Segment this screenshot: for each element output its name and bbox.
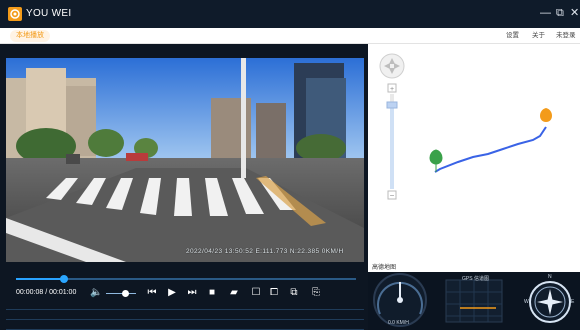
video-top-spacer [6, 44, 364, 58]
menu-login[interactable]: 未登录 [556, 31, 576, 41]
stop-icon[interactable]: ■ [206, 287, 218, 299]
map-brand-label: 高德地图 [372, 265, 397, 271]
play-icon[interactable]: ▶ [166, 287, 178, 299]
compass-west-label: W [524, 299, 529, 305]
toolbar: 本地播放 设置 关于 未登录 [0, 28, 580, 44]
open-folder-icon[interactable]: ▰ [228, 287, 240, 299]
app-window: YOU WEI — ⧉ ✕ 本地播放 设置 关于 未登录 2022/04/23 … [0, 0, 580, 330]
screenshot-icon[interactable]: ☐ [250, 287, 262, 299]
tab-local-playback[interactable]: 本地播放 [10, 30, 50, 42]
app-logo-icon [8, 7, 22, 21]
timeline-row [6, 309, 364, 310]
volume-knob[interactable] [122, 290, 129, 297]
speed-readout: 0.0 KM/H [388, 320, 409, 326]
maximize-button[interactable]: ⧉ [556, 6, 564, 20]
timeline-row [6, 319, 364, 320]
dual-view-icon[interactable]: ⧉ [288, 287, 300, 299]
previous-frame-icon[interactable]: ⏮ [146, 287, 158, 299]
menu-about[interactable]: 关于 [532, 31, 545, 41]
playback-time: 00:00:08 / 00:01:00 [16, 289, 77, 296]
app-title: YOU WEI [26, 8, 72, 19]
menu-settings[interactable]: 设置 [506, 31, 519, 41]
svg-text:−: − [390, 191, 395, 200]
compass-east-label: E [571, 299, 575, 305]
volume-slider[interactable] [106, 293, 136, 294]
gps-chart-label: GPS 信道图 [462, 276, 489, 282]
fullscreen-icon[interactable]: ⧠ [268, 287, 280, 299]
progress-track[interactable] [16, 275, 356, 283]
volume-icon[interactable]: 🔈 [90, 287, 102, 299]
progress-fill [16, 278, 64, 280]
compass-north-label: N [548, 274, 552, 280]
close-button[interactable]: ✕ [570, 6, 579, 20]
player-controls: 00:00:08 / 00:01:00 🔈 ⏮ ▶ ⏭ ■ ▰ ☐ ⧠ ⧉ ⎘ [6, 272, 364, 330]
title-bar: YOU WEI — ⧉ ✕ [0, 0, 580, 28]
minimize-button[interactable]: — [540, 6, 551, 20]
export-icon[interactable]: ⎘ [310, 287, 322, 299]
route-end-marker-icon [540, 108, 552, 122]
gauge-panel: GPS 信道图 0.0 KM/H N W E [368, 272, 580, 330]
map-panel[interactable]: + − [368, 44, 580, 272]
progress-knob[interactable] [59, 275, 68, 283]
video-osd-text: 2022/04/23 13:50:52 E:111.773 N:22.385 0… [186, 248, 344, 255]
timeline-rows [6, 305, 364, 330]
next-frame-icon[interactable]: ⏭ [186, 287, 198, 299]
video-frame[interactable]: 2022/04/23 13:50:52 E:111.773 N:22.385 0… [6, 58, 364, 262]
svg-text:+: + [390, 86, 394, 93]
